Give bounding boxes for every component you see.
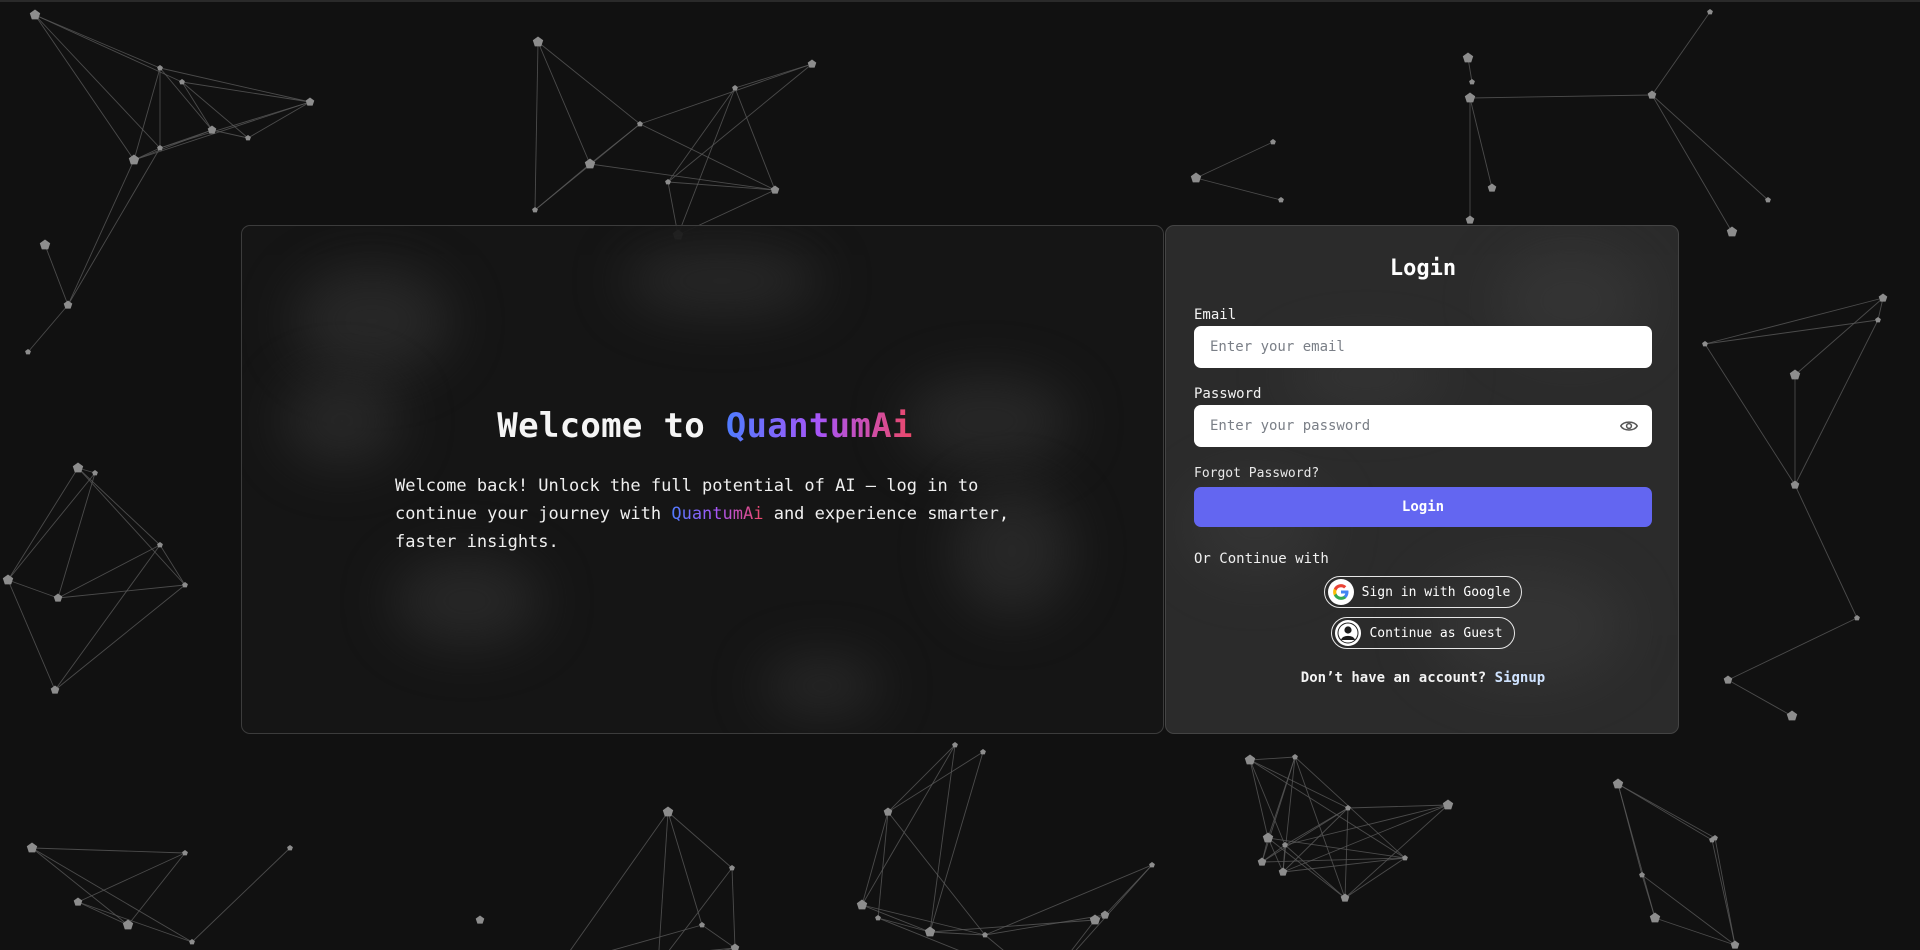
or-continue-label: Or Continue with [1194,551,1329,567]
google-signin-label: Sign in with Google [1361,584,1511,600]
welcome-panel: Welcome to QuantumAi Welcome back! Unloc… [241,225,1164,734]
guest-continue-button[interactable]: Continue as Guest [1331,617,1515,649]
google-signin-button[interactable]: Sign in with Google [1323,576,1523,608]
welcome-title: Welcome to QuantumAi [395,406,1015,446]
welcome-title-prefix: Welcome to [497,406,726,446]
social-login-options: Sign in with Google Continue as Guest [1194,576,1652,649]
guest-avatar-icon [1335,620,1362,646]
eye-icon[interactable] [1620,418,1638,434]
login-button[interactable]: Login [1194,487,1652,527]
signup-prompt-text: Don’t have an account? [1300,670,1495,686]
forgot-password-link[interactable]: Forgot Password? [1194,466,1652,481]
password-label: Password [1194,386,1262,402]
signup-prompt: Don’t have an account? Signup [1194,670,1652,686]
guest-continue-label: Continue as Guest [1369,625,1503,641]
welcome-description: Welcome back! Unlock the full potential … [395,472,1015,556]
login-form: Login Email Password Forgot Password? Lo… [1194,226,1652,686]
email-field[interactable] [1210,339,1636,355]
welcome-content: Welcome to QuantumAi Welcome back! Unloc… [395,406,1015,556]
email-label: Email [1194,307,1237,323]
password-field[interactable] [1210,418,1636,434]
password-field-wrapper [1194,405,1652,447]
google-g-icon [1327,579,1354,605]
welcome-brand: QuantumAi [725,406,913,446]
login-panel: Login Email Password Forgot Password? Lo… [1165,225,1679,734]
signup-link[interactable]: Signup [1495,670,1546,686]
welcome-text-brand: QuantumAi [671,504,764,524]
login-title: Login [1389,256,1457,281]
email-field-wrapper [1194,326,1652,368]
